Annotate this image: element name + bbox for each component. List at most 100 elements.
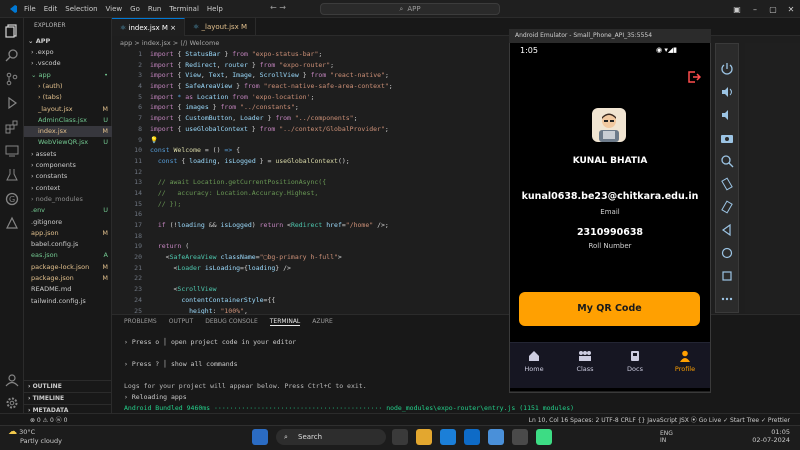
- tree-item[interactable]: › (tabs): [24, 92, 112, 103]
- tree-item[interactable]: eas.json A: [24, 250, 112, 261]
- rotate-left-icon[interactable]: [720, 177, 734, 191]
- tree-item[interactable]: › assets: [24, 149, 112, 160]
- extensions-icon[interactable]: [5, 120, 19, 134]
- tree-item[interactable]: README.md: [24, 284, 112, 295]
- overview-icon[interactable]: [720, 269, 734, 283]
- rotate-right-icon[interactable]: [720, 200, 734, 214]
- terminal-line: Logs for your project will appear below.…: [124, 382, 367, 390]
- command-center-search[interactable]: ⌕ APP: [320, 3, 500, 15]
- status-right-items[interactable]: Ln 10, Col 16 Spaces: 2 UTF-8 CRLF {} Ja…: [529, 415, 790, 424]
- gitlens-icon[interactable]: G: [5, 192, 19, 206]
- testing-icon[interactable]: [5, 168, 19, 182]
- tree-item-label: ⌄ app: [31, 70, 51, 79]
- menu-item-terminal[interactable]: Terminal: [169, 5, 199, 13]
- logout-icon[interactable]: [687, 70, 701, 84]
- start-icon[interactable]: [252, 429, 268, 445]
- tree-item[interactable]: › .vscode: [24, 58, 112, 69]
- power-icon[interactable]: [720, 62, 734, 76]
- volume-down-icon[interactable]: [720, 108, 734, 122]
- tree-item[interactable]: app.json M: [24, 228, 112, 239]
- menu-item-go[interactable]: Go: [130, 5, 140, 13]
- nav-profile[interactable]: Profile: [665, 350, 705, 373]
- nav-class[interactable]: Class: [565, 350, 605, 373]
- taskbar-search[interactable]: ⌕ Search: [276, 429, 386, 445]
- tree-item[interactable]: package.json M: [24, 273, 112, 284]
- remote-explorer-icon[interactable]: [5, 144, 19, 158]
- android-studio-icon[interactable]: [512, 429, 528, 445]
- explorer-icon[interactable]: [5, 24, 19, 38]
- tree-item[interactable]: ⌄ app •: [24, 70, 112, 81]
- search-icon[interactable]: [5, 48, 19, 62]
- emulator-taskbar-icon[interactable]: [536, 429, 552, 445]
- azure-icon[interactable]: [5, 216, 19, 230]
- maximize-button[interactable]: ▢: [764, 5, 782, 14]
- menu-item-help[interactable]: Help: [207, 5, 223, 13]
- git-status-badge: U: [103, 138, 108, 147]
- editor-minimap[interactable]: [745, 43, 800, 313]
- nav-home[interactable]: Home: [514, 350, 554, 373]
- home-button-icon[interactable]: [720, 246, 734, 260]
- tree-item[interactable]: .env U: [24, 205, 112, 216]
- screenshot-icon[interactable]: [720, 131, 734, 145]
- tree-item[interactable]: › context: [24, 183, 112, 194]
- emulator-title: Android Emulator - Small_Phone_API_35:55…: [509, 29, 711, 43]
- tree-item[interactable]: › components: [24, 160, 112, 171]
- tree-item[interactable]: › (auth): [24, 81, 112, 92]
- tree-item[interactable]: tailwind.config.js: [24, 296, 112, 307]
- tree-item[interactable]: index.jsx M: [24, 126, 112, 138]
- outline-section[interactable]: › OUTLINE: [24, 380, 112, 391]
- terminal-output[interactable]: › Press o │ open project code in your ed…: [124, 337, 574, 414]
- volume-up-icon[interactable]: [720, 85, 734, 99]
- system-tray[interactable]: ENG IN: [660, 430, 673, 444]
- tree-item[interactable]: AdminClass.jsx U: [24, 115, 112, 126]
- task-view-icon[interactable]: [392, 429, 408, 445]
- tree-item[interactable]: › node_modules: [24, 194, 112, 205]
- nav-arrows[interactable]: ← →: [270, 3, 286, 12]
- avatar: [592, 108, 626, 142]
- tree-item[interactable]: _layout.jsx M: [24, 104, 112, 115]
- tree-item[interactable]: › constants: [24, 171, 112, 182]
- panel-tab-terminal[interactable]: TERMINAL: [269, 318, 301, 326]
- tree-item-label: index.jsx: [38, 127, 67, 136]
- menu-item-run[interactable]: Run: [148, 5, 161, 13]
- explorer-header: EXPLORER: [34, 22, 66, 29]
- menu-item-edit[interactable]: Edit: [44, 5, 58, 13]
- vscode-taskbar-icon[interactable]: [464, 429, 480, 445]
- panel-tab-debug-console[interactable]: DEBUG CONSOLE: [205, 318, 258, 326]
- panel-tab-azure[interactable]: AZURE: [312, 318, 333, 326]
- tree-item[interactable]: › .expo: [24, 47, 112, 58]
- back-icon[interactable]: [720, 223, 734, 237]
- minimize-button[interactable]: –: [746, 5, 764, 14]
- menu-item-view[interactable]: View: [106, 5, 123, 13]
- tree-item[interactable]: package-lock.json M: [24, 262, 112, 273]
- browser-icon[interactable]: [440, 429, 456, 445]
- close-button[interactable]: ✕: [782, 5, 800, 14]
- tree-item[interactable]: .gitignore: [24, 217, 112, 228]
- tree-item[interactable]: babel.config.js: [24, 239, 112, 250]
- nav-docs[interactable]: Docs: [615, 350, 655, 373]
- panel-tab-output[interactable]: OUTPUT: [169, 318, 193, 326]
- zoom-icon[interactable]: [720, 154, 734, 168]
- run-debug-icon[interactable]: [5, 96, 19, 110]
- clock[interactable]: 01:05 02-07-2024: [738, 428, 790, 444]
- breadcrumb[interactable]: app > index.jsx > ⟨/⟩ Welcome: [112, 37, 512, 49]
- panel-tab-problems[interactable]: PROBLEMS: [124, 318, 157, 326]
- weather-widget[interactable]: ☁ 30°C Partly cloudy: [8, 427, 62, 445]
- settings-gear-icon[interactable]: [5, 396, 19, 410]
- layout-icon[interactable]: ▣: [728, 5, 746, 14]
- code-editor[interactable]: import { StatusBar } from "expo-status-b…: [150, 49, 510, 327]
- source-control-icon[interactable]: [5, 72, 19, 86]
- file-explorer-icon[interactable]: [416, 429, 432, 445]
- menu-item-file[interactable]: File: [24, 5, 36, 13]
- store-icon[interactable]: [488, 429, 504, 445]
- tree-root[interactable]: ⌄ APP: [24, 36, 112, 47]
- tab-layout-jsx[interactable]: ⚛ _layout.jsx M: [185, 18, 257, 36]
- status-problems[interactable]: ⊗ 0 ⚠ 0 ⓦ 0: [30, 415, 67, 424]
- tab-index-jsx[interactable]: ⚛ index.jsx M ×: [112, 18, 185, 36]
- timeline-section[interactable]: › TIMELINE: [24, 392, 112, 403]
- my-qr-code-button[interactable]: My QR Code: [519, 292, 700, 326]
- account-icon[interactable]: [5, 373, 19, 387]
- tree-item[interactable]: WebViewQR.jsx U: [24, 137, 112, 148]
- more-icon[interactable]: [720, 292, 734, 306]
- menu-item-selection[interactable]: Selection: [65, 5, 97, 13]
